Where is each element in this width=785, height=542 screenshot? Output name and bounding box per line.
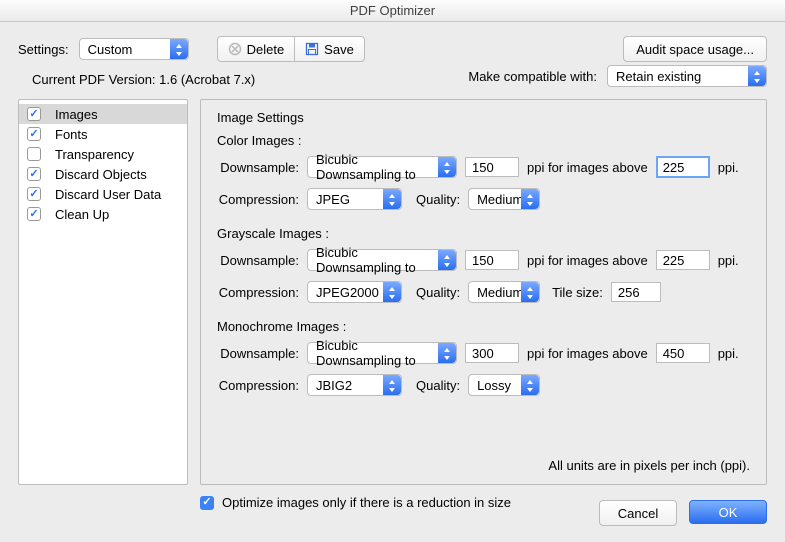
save-button[interactable]: Save — [294, 37, 364, 61]
tilesize-label: Tile size: — [552, 285, 603, 300]
compat-row: Make compatible with: Retain existing — [468, 65, 767, 87]
color-downsample-select[interactable]: Bicubic Downsampling to — [307, 156, 457, 178]
ppi-for-above-label: ppi for images above — [527, 253, 648, 268]
quality-label: Quality: — [416, 285, 460, 300]
mono-compression-select[interactable]: JBIG2 — [307, 374, 402, 396]
ppi-for-above-label: ppi for images above — [527, 160, 648, 175]
select-value: Lossy — [477, 378, 511, 393]
settings-value: Custom — [88, 42, 133, 57]
optimize-only-label: Optimize images only if there is a reduc… — [222, 495, 511, 510]
color-compression-select[interactable]: JPEG — [307, 188, 402, 210]
mono-target-ppi-input[interactable] — [465, 343, 519, 363]
gray-section-title: Grayscale Images : — [217, 226, 750, 241]
settings-panel: Image Settings Color Images : Downsample… — [200, 99, 767, 485]
dialog-footer: Cancel OK — [599, 500, 767, 526]
downsample-label: Downsample: — [217, 160, 299, 175]
color-compression-row: Compression: JPEG Quality: Medium — [217, 188, 750, 210]
ok-button[interactable]: OK — [689, 500, 767, 524]
settings-label: Settings: — [18, 42, 69, 57]
audit-label: Audit space usage... — [636, 42, 754, 57]
select-value: JPEG2000 — [316, 285, 379, 300]
cancel-button[interactable]: Cancel — [599, 500, 677, 526]
cancel-label: Cancel — [618, 506, 658, 521]
gray-quality-select[interactable]: Medium — [468, 281, 540, 303]
checkbox-clean-up[interactable] — [27, 207, 41, 221]
color-section-title: Color Images : — [217, 133, 750, 148]
gray-downsample-row: Downsample: Bicubic Downsampling to ppi … — [217, 249, 750, 271]
mono-downsample-select[interactable]: Bicubic Downsampling to — [307, 342, 457, 364]
select-value: Bicubic Downsampling to — [316, 152, 434, 182]
downsample-label: Downsample: — [217, 346, 299, 361]
sidebar-item-fonts[interactable]: Fonts — [19, 124, 187, 144]
optimize-only-checkbox[interactable] — [200, 496, 214, 510]
window-title: PDF Optimizer — [0, 0, 785, 22]
mono-quality-select[interactable]: Lossy — [468, 374, 540, 396]
color-downsample-row: Downsample: Bicubic Downsampling to ppi … — [217, 156, 750, 178]
checkbox-transparency[interactable] — [27, 147, 41, 161]
delete-label: Delete — [247, 42, 285, 57]
sidebar-item-images[interactable]: Images — [19, 104, 187, 124]
gray-tilesize-input[interactable] — [611, 282, 661, 302]
ppi-for-above-label: ppi for images above — [527, 346, 648, 361]
units-note: All units are in pixels per inch (ppi). — [548, 458, 750, 473]
mono-above-ppi-input[interactable] — [656, 343, 710, 363]
panel-title: Image Settings — [217, 110, 750, 125]
checkbox-fonts[interactable] — [27, 127, 41, 141]
gray-compression-row: Compression: JPEG2000 Quality: Medium Ti… — [217, 281, 750, 303]
sidebar-item-label: Discard User Data — [55, 187, 161, 202]
compat-value: Retain existing — [616, 69, 701, 84]
quality-label: Quality: — [416, 192, 460, 207]
mono-compression-row: Compression: JBIG2 Quality: Lossy — [217, 374, 750, 396]
gray-compression-select[interactable]: JPEG2000 — [307, 281, 402, 303]
select-value: Medium — [477, 192, 523, 207]
compression-label: Compression: — [217, 378, 299, 393]
select-value: Bicubic Downsampling to — [316, 245, 434, 275]
compat-select[interactable]: Retain existing — [607, 65, 767, 87]
delete-icon — [228, 42, 242, 56]
save-icon — [305, 42, 319, 56]
color-target-ppi-input[interactable] — [465, 157, 519, 177]
checkbox-discard-user-data[interactable] — [27, 187, 41, 201]
compression-label: Compression: — [217, 285, 299, 300]
color-quality-select[interactable]: Medium — [468, 188, 540, 210]
downsample-label: Downsample: — [217, 253, 299, 268]
audit-space-button[interactable]: Audit space usage... — [623, 36, 767, 62]
ok-label: OK — [719, 505, 738, 520]
settings-select[interactable]: Custom — [79, 38, 189, 60]
sidebar-item-discard-objects[interactable]: Discard Objects — [19, 164, 187, 184]
gray-above-ppi-input[interactable] — [656, 250, 710, 270]
select-value: Bicubic Downsampling to — [316, 338, 434, 368]
sidebar-item-label: Images — [55, 107, 98, 122]
checkbox-discard-objects[interactable] — [27, 167, 41, 181]
preset-button-group: Delete Save — [217, 36, 365, 62]
ppi-suffix: ppi. — [718, 346, 739, 361]
quality-label: Quality: — [416, 378, 460, 393]
sidebar-item-label: Clean Up — [55, 207, 109, 222]
ppi-suffix: ppi. — [718, 160, 739, 175]
gray-target-ppi-input[interactable] — [465, 250, 519, 270]
color-above-ppi-input[interactable] — [656, 156, 710, 178]
delete-button[interactable]: Delete — [218, 37, 295, 61]
select-value: Medium — [477, 285, 523, 300]
compression-label: Compression: — [217, 192, 299, 207]
gray-downsample-select[interactable]: Bicubic Downsampling to — [307, 249, 457, 271]
select-value: JBIG2 — [316, 378, 352, 393]
sidebar-item-clean-up[interactable]: Clean Up — [19, 204, 187, 224]
sidebar-item-transparency[interactable]: Transparency — [19, 144, 187, 164]
category-sidebar: Images Fonts Transparency Discard Object… — [18, 99, 188, 485]
mono-downsample-row: Downsample: Bicubic Downsampling to ppi … — [217, 342, 750, 364]
sidebar-item-label: Discard Objects — [55, 167, 147, 182]
compat-label: Make compatible with: — [468, 69, 597, 84]
ppi-suffix: ppi. — [718, 253, 739, 268]
sidebar-item-label: Fonts — [55, 127, 88, 142]
checkbox-images[interactable] — [27, 107, 41, 121]
sidebar-item-label: Transparency — [55, 147, 134, 162]
save-label: Save — [324, 42, 354, 57]
mono-section-title: Monochrome Images : — [217, 319, 750, 334]
select-value: JPEG — [316, 192, 350, 207]
sidebar-item-discard-user-data[interactable]: Discard User Data — [19, 184, 187, 204]
